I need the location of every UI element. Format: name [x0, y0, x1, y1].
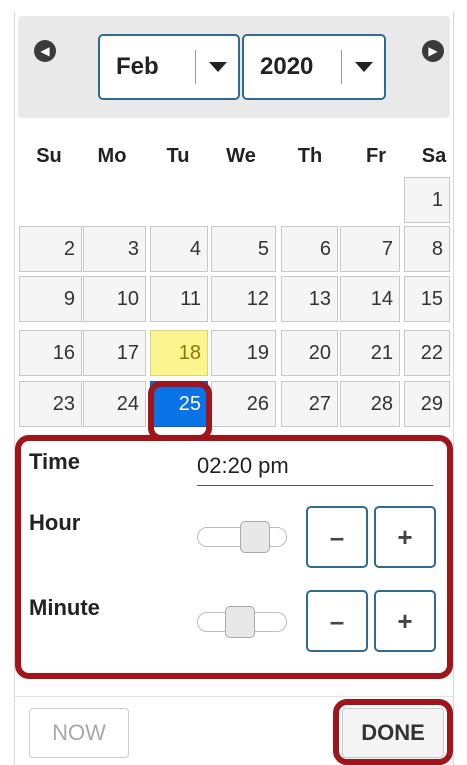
- hour-slider-handle[interactable]: [240, 521, 270, 553]
- hour-label: Hour: [29, 510, 81, 535]
- day-cell[interactable]: 4: [150, 226, 208, 272]
- day-cell-selected[interactable]: 25: [150, 381, 208, 427]
- day-cell-today[interactable]: 18: [150, 330, 208, 376]
- background-page-edge: [0, 0, 14, 765]
- datetime-picker: ◀ Feb 2020 ▶ Su Mo Tu We Th Fr Sa 1 2 3 4 5 6 7 8 9 10 1…: [14, 12, 454, 765]
- day-cell[interactable]: 10: [83, 276, 146, 322]
- day-cell[interactable]: 19: [211, 330, 276, 376]
- picker-header: ◀ Feb 2020 ▶: [18, 16, 450, 118]
- day-cell[interactable]: 28: [340, 381, 400, 427]
- day-cell[interactable]: 16: [19, 330, 82, 376]
- hour-decrement-button[interactable]: –: [306, 506, 368, 568]
- weekday-label: Mo: [97, 145, 127, 167]
- day-cell[interactable]: 26: [211, 381, 276, 427]
- chevron-down-icon: [355, 62, 373, 72]
- day-cell[interactable]: 12: [211, 276, 276, 322]
- weekday-label: Fr: [366, 145, 386, 167]
- day-cell[interactable]: 14: [340, 276, 400, 322]
- weekday-label: Sa: [421, 145, 447, 167]
- done-button[interactable]: DONE: [342, 708, 444, 758]
- day-cell[interactable]: 6: [281, 226, 338, 272]
- day-cell[interactable]: 17: [83, 330, 146, 376]
- day-cell[interactable]: 29: [404, 381, 450, 427]
- minute-slider[interactable]: [197, 606, 287, 638]
- weekday-label: Su: [36, 145, 62, 167]
- day-cell[interactable]: 3: [83, 226, 146, 272]
- year-select[interactable]: 2020: [242, 34, 386, 100]
- day-cell[interactable]: 15: [404, 276, 450, 322]
- month-select-divider: [195, 50, 196, 84]
- weekday-label: Tu: [166, 145, 190, 167]
- footer-divider: [15, 696, 453, 697]
- day-cell[interactable]: 21: [340, 330, 400, 376]
- day-cell[interactable]: 7: [340, 226, 400, 272]
- next-month-icon[interactable]: ▶: [422, 40, 444, 62]
- minute-increment-button[interactable]: +: [374, 590, 436, 652]
- prev-month-icon[interactable]: ◀: [34, 40, 56, 62]
- hour-increment-button[interactable]: +: [374, 506, 436, 568]
- day-cell[interactable]: 2: [19, 226, 82, 272]
- day-cell[interactable]: 23: [19, 381, 82, 427]
- day-cell[interactable]: 5: [211, 226, 276, 272]
- year-select-divider: [341, 50, 342, 84]
- month-select[interactable]: Feb: [98, 34, 240, 100]
- minute-label: Minute: [29, 595, 100, 620]
- day-cell[interactable]: 1: [404, 177, 450, 223]
- year-select-value: 2020: [260, 53, 314, 80]
- minute-decrement-button[interactable]: –: [306, 590, 368, 652]
- time-label: Time: [29, 449, 80, 474]
- day-cell[interactable]: 8: [404, 226, 450, 272]
- now-button[interactable]: NOW: [29, 708, 129, 758]
- day-cell[interactable]: 24: [83, 381, 146, 427]
- weekday-label: Th: [297, 145, 323, 167]
- minute-slider-handle[interactable]: [225, 606, 255, 638]
- chevron-down-icon: [209, 62, 227, 72]
- hour-slider[interactable]: [197, 521, 287, 553]
- day-cell[interactable]: 27: [281, 381, 338, 427]
- day-cell[interactable]: 20: [281, 330, 338, 376]
- time-value: 02:20 pm: [197, 451, 433, 486]
- day-cell[interactable]: 22: [404, 330, 450, 376]
- day-cell[interactable]: 11: [150, 276, 208, 322]
- day-cell[interactable]: 13: [281, 276, 338, 322]
- month-select-value: Feb: [116, 53, 159, 80]
- weekday-label: We: [226, 145, 256, 167]
- day-cell[interactable]: 9: [19, 276, 82, 322]
